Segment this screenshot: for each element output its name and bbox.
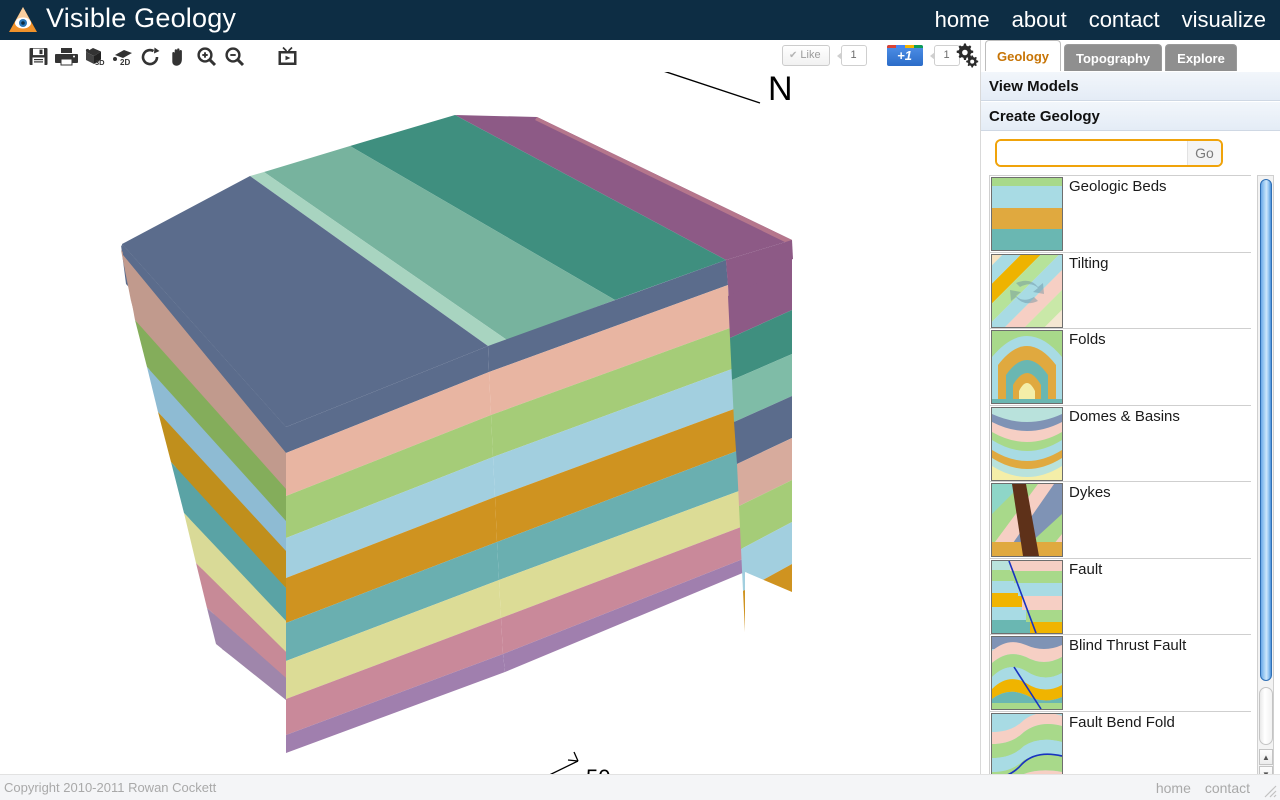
model-list-wrap: Geologic Beds	[989, 175, 1274, 785]
footer-contact[interactable]: contact	[1205, 780, 1250, 796]
list-item[interactable]: Fault	[990, 559, 1251, 636]
list-item[interactable]: Geologic Beds	[990, 176, 1251, 253]
geology-3d-viewport[interactable]: 25 50 N	[0, 72, 980, 774]
right-sidebar: Geology Topography Explore View Models C…	[980, 40, 1280, 774]
gplus-stripe	[887, 45, 923, 48]
list-item[interactable]: Domes & Basins	[990, 406, 1251, 483]
thumbnail-blind-thrust-fault	[991, 636, 1063, 710]
geology-block-model[interactable]: 25 50 N	[0, 72, 980, 774]
app-title: Visible Geology	[46, 5, 236, 35]
list-item-label: Fault	[1066, 559, 1102, 578]
tab-geology[interactable]: Geology	[985, 40, 1061, 71]
section-view-models[interactable]: View Models	[981, 71, 1280, 101]
thumbnail-folds	[991, 330, 1063, 404]
list-scrollbar-lower[interactable]	[1259, 687, 1273, 745]
list-item[interactable]: Folds	[990, 329, 1251, 406]
list-scrollbar-thumb[interactable]	[1260, 179, 1272, 681]
check-icon: ✔	[789, 50, 797, 61]
list-item-label: Tilting	[1066, 253, 1108, 272]
list-item[interactable]: Blind Thrust Fault	[990, 635, 1251, 712]
app-footer: Copyright 2010-2011 Rowan Cockett home c…	[0, 774, 1280, 800]
north-label: N	[768, 72, 793, 108]
print-button[interactable]	[54, 43, 79, 69]
zoom-in-button[interactable]	[194, 43, 219, 69]
gplus-label: +1	[897, 48, 912, 63]
go-button[interactable]: Go	[1187, 141, 1221, 165]
svg-text:3D: 3D	[95, 58, 105, 67]
list-item-label: Domes & Basins	[1066, 406, 1180, 425]
list-item-label: Dykes	[1066, 482, 1111, 501]
cube-3d-button[interactable]: 3D	[82, 43, 107, 69]
application-window: Visible Geology home about contact visua…	[0, 0, 1280, 800]
create-geology-panel: Go	[981, 131, 1280, 800]
axis-tick-50: 50	[586, 765, 610, 774]
gears-icon[interactable]	[954, 42, 980, 68]
toolbar-separator	[250, 56, 272, 57]
facebook-like-count: 1	[841, 45, 867, 66]
thumbnail-fault	[991, 560, 1063, 634]
list-item-label: Fault Bend Fold	[1066, 712, 1175, 731]
scale-axis: 25 50	[408, 752, 610, 774]
thumbnail-tilting	[991, 254, 1063, 328]
brand: Visible Geology	[0, 5, 236, 35]
plane-2d-button[interactable]: 2D	[110, 43, 135, 69]
list-item-label: Geologic Beds	[1066, 176, 1167, 195]
list-item-label: Blind Thrust Fault	[1066, 635, 1186, 654]
north-arrow	[597, 72, 760, 103]
nav-visualize[interactable]: visualize	[1182, 9, 1266, 31]
tab-explore[interactable]: Explore	[1165, 44, 1237, 71]
google-plus-one-button[interactable]: +1	[887, 45, 923, 66]
social-bar: ✔ Like 1 +1 1	[782, 44, 960, 66]
tab-topography[interactable]: Topography	[1064, 44, 1162, 71]
facebook-like-label: Like	[800, 49, 820, 61]
nav-contact[interactable]: contact	[1089, 9, 1160, 31]
nav-about[interactable]: about	[1012, 9, 1067, 31]
scroll-up-arrow-icon[interactable]: ▲	[1259, 749, 1273, 765]
rotate-button[interactable]	[138, 43, 163, 69]
sidebar-tabs: Geology Topography Explore	[981, 40, 1280, 71]
save-button[interactable]	[26, 43, 51, 69]
thumbnail-dykes	[991, 483, 1063, 557]
thumbnail-geologic-beds	[991, 177, 1063, 251]
thumbnail-domes-basins	[991, 407, 1063, 481]
search-box: Go	[995, 139, 1223, 167]
mountain-eye-logo-icon	[8, 6, 38, 34]
zoom-out-button[interactable]	[222, 43, 247, 69]
nav-home[interactable]: home	[935, 9, 990, 31]
section-create-geology[interactable]: Create Geology	[981, 101, 1280, 131]
svg-text:2D: 2D	[120, 58, 130, 67]
search-input[interactable]	[997, 141, 1187, 165]
resize-grip-icon[interactable]	[1262, 783, 1278, 799]
facebook-like-button[interactable]: ✔ Like	[782, 45, 830, 66]
search-row: Go	[981, 139, 1280, 167]
main-nav: home about contact visualize	[935, 9, 1280, 31]
list-item[interactable]: Dykes	[990, 482, 1251, 559]
footer-home[interactable]: home	[1156, 780, 1191, 796]
list-item-label: Folds	[1066, 329, 1106, 348]
list-item[interactable]: Tilting	[990, 253, 1251, 330]
movie-button[interactable]	[275, 43, 300, 69]
app-header: Visible Geology home about contact visua…	[0, 0, 1280, 40]
model-list: Geologic Beds	[989, 175, 1251, 785]
pan-hand-button[interactable]	[166, 43, 191, 69]
copyright-text: Copyright 2010-2011 Rowan Cockett	[0, 780, 216, 795]
